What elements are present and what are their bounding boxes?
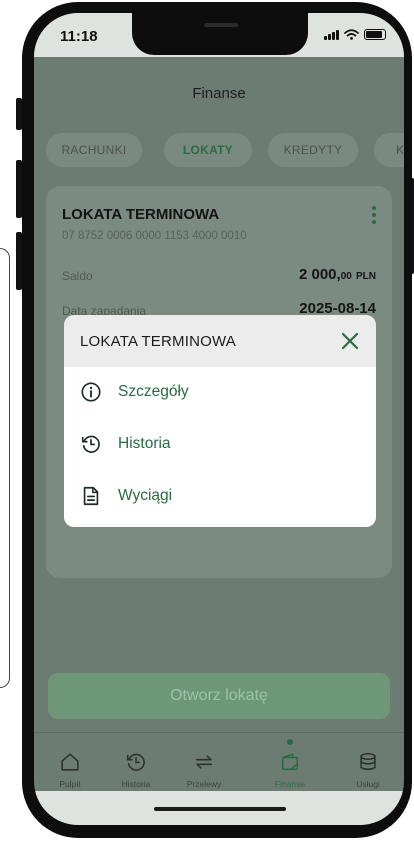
- transfer-icon: [195, 755, 213, 769]
- nav-przelewy[interactable]: Przelewy: [174, 751, 234, 789]
- history-icon: [126, 753, 145, 771]
- wallet-icon: [281, 753, 299, 771]
- balance-label: Saldo: [62, 269, 93, 283]
- modal-title: LOKATA TERMINOWA: [80, 333, 236, 350]
- home-icon: [61, 753, 79, 771]
- info-icon: [81, 382, 101, 402]
- notch: [132, 13, 308, 55]
- nav-finanse[interactable]: Finanse: [260, 751, 320, 789]
- signal-icon: [324, 30, 339, 40]
- tab-lokaty[interactable]: LOKATY: [164, 133, 252, 167]
- nav-label: Pulpit: [59, 779, 81, 789]
- menu-item-label: Szczegóły: [118, 383, 189, 400]
- page-title: Finanse: [192, 85, 246, 102]
- menu-item-label: Historia: [118, 435, 171, 452]
- home-indicator[interactable]: [154, 807, 286, 811]
- more-options-icon[interactable]: [370, 206, 378, 224]
- modal-header: LOKATA TERMINOWA: [64, 315, 376, 367]
- menu-item-szczegoly[interactable]: Szczegóły: [80, 377, 360, 407]
- nav-label: Usługi: [356, 779, 380, 789]
- database-icon: [360, 752, 376, 771]
- background-panel-edge: [0, 248, 10, 688]
- nav-uslugi[interactable]: Usługi: [338, 751, 398, 789]
- nav-label: Historia: [121, 779, 151, 789]
- menu-item-historia[interactable]: Historia: [80, 429, 360, 459]
- status-bar: 11:18: [34, 13, 404, 57]
- nav-label: Finanse: [274, 779, 306, 789]
- deposit-title: LOKATA TERMINOWA: [62, 206, 220, 223]
- close-icon[interactable]: [338, 329, 362, 353]
- app-screen: 11:18 Finanse RACHUNKI LOKATY KREDYTY KA…: [34, 13, 404, 825]
- nav-divider: [34, 732, 404, 733]
- balance-decimals: 00: [340, 271, 352, 282]
- account-number: 07 8752 0006 0000 1153 4000 0010: [62, 230, 247, 242]
- modal-body: Szczegóły Historia Wyciągi: [64, 367, 376, 527]
- status-time: 11:18: [60, 28, 98, 45]
- wifi-icon: [344, 29, 359, 40]
- tab-rachunki[interactable]: RACHUNKI: [46, 133, 142, 167]
- open-deposit-button[interactable]: Otworz lokatę: [48, 673, 390, 719]
- balance-currency: PLN: [356, 271, 376, 282]
- nav-pulpit[interactable]: Pulpit: [40, 751, 100, 789]
- menu-item-wyciagi[interactable]: Wyciągi: [80, 481, 360, 511]
- home-indicator-area: [34, 791, 404, 825]
- document-icon: [83, 486, 99, 506]
- history-icon: [81, 435, 100, 453]
- nav-label: Przelewy: [186, 779, 222, 789]
- nav-historia[interactable]: Historia: [106, 751, 166, 789]
- active-indicator: [287, 739, 293, 745]
- balance-amount: 2 000,: [298, 266, 341, 283]
- status-icons: [324, 29, 386, 40]
- balance-value: 2 000,00 PLN: [299, 266, 376, 283]
- battery-icon: [364, 29, 386, 40]
- tab-kredyty[interactable]: KREDYTY: [268, 133, 358, 167]
- menu-item-label: Wyciągi: [118, 487, 173, 504]
- tab-karty[interactable]: KA: [374, 133, 404, 167]
